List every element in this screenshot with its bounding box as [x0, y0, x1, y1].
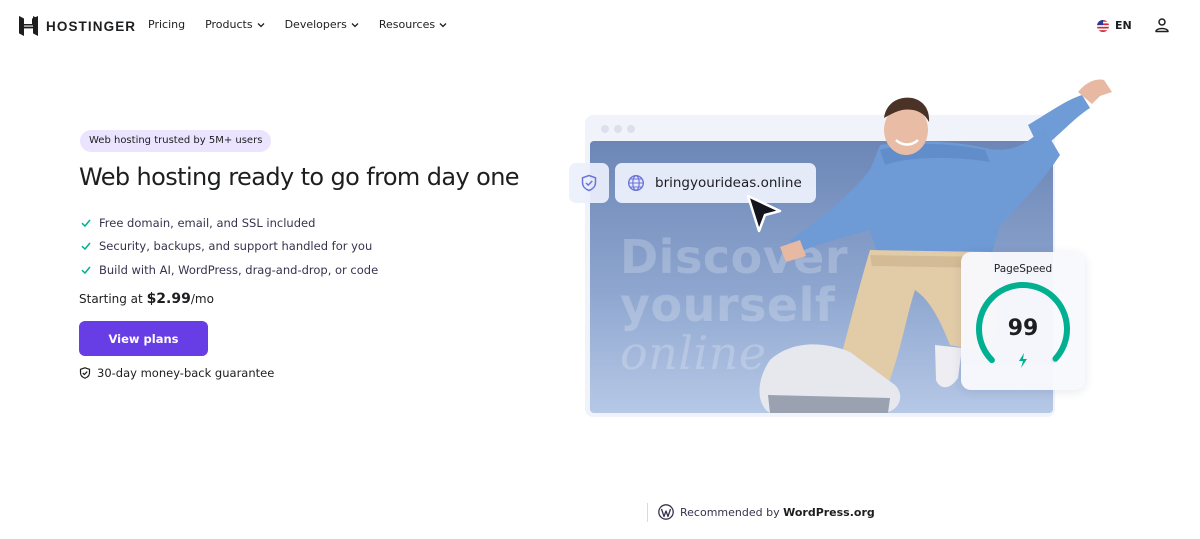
feature-text: Free domain, email, and SSL included [99, 215, 316, 230]
pagespeed-label: PageSpeed [993, 263, 1053, 275]
slogan-line: Discover [620, 230, 849, 284]
guarantee-text: 30-day money-back guarantee [97, 366, 275, 380]
feature-list: Free domain, email, and SSL included Sec… [81, 211, 378, 282]
recommended-text: Recommended by WordPress.org [680, 506, 875, 519]
pagespeed-card: PageSpeed 99 [961, 252, 1085, 390]
brand-name: HOSTINGER [46, 18, 137, 34]
main-menu: Pricing Products Developers Resources [148, 18, 467, 31]
price-suffix: /mo [190, 292, 214, 306]
money-back-guarantee: 30-day money-back guarantee [79, 366, 274, 380]
mouse-cursor-icon [746, 194, 782, 233]
shield-check-icon [79, 367, 91, 379]
lightning-icon [1019, 353, 1027, 368]
slogan-line: yourself [620, 278, 836, 332]
price-prefix: Starting at [79, 292, 147, 306]
starting-price: Starting at $2.99/mo [79, 291, 214, 307]
language-label: EN [1115, 19, 1132, 32]
price-amount: $2.99 [146, 291, 191, 307]
recommended-prefix: Recommended by [680, 505, 784, 519]
divider [647, 503, 648, 522]
window-dots [601, 125, 635, 133]
user-icon[interactable] [1154, 17, 1170, 33]
feature-text: Security, backups, and support handled f… [99, 239, 373, 254]
check-icon [81, 219, 91, 227]
list-item: Build with AI, WordPress, drag-and-drop,… [81, 258, 378, 282]
window-dot [614, 125, 622, 133]
language-selector[interactable]: EN [1097, 19, 1132, 32]
nav-item-label: Products [205, 18, 253, 31]
us-flag-icon [1097, 19, 1109, 32]
recommended-brand: WordPress.org [783, 505, 875, 519]
chevron-down-icon [351, 22, 359, 27]
url-bar: bringyourideas.online [615, 163, 816, 203]
shield-check-icon [581, 174, 597, 192]
nav-item-label: Pricing [148, 18, 186, 31]
wordpress-icon [658, 504, 674, 520]
url-text: bringyourideas.online [655, 175, 802, 191]
hostinger-logo[interactable]: HOSTINGER [19, 16, 136, 36]
chevron-down-icon [439, 22, 447, 27]
wordpress-recommendation: Recommended by WordPress.org [658, 504, 875, 520]
nav-item-label: Developers [284, 18, 347, 31]
page-title: Web hosting ready to go from day one [79, 163, 520, 191]
trust-badge: Web hosting trusted by 5M+ users [80, 130, 272, 152]
nav-item-products[interactable]: Products [205, 18, 265, 31]
nav-item-label: Resources [378, 18, 436, 31]
list-item: Security, backups, and support handled f… [81, 235, 378, 259]
hostinger-logo-icon [19, 16, 38, 36]
check-icon [81, 242, 91, 251]
nav-item-resources[interactable]: Resources [379, 18, 447, 31]
list-item: Free domain, email, and SSL included [81, 211, 378, 235]
window-dot [627, 125, 635, 133]
globe-icon [627, 174, 645, 192]
background-slogan: Discover yourself online [620, 233, 848, 377]
window-dot [601, 125, 609, 133]
slogan-line: online [620, 326, 767, 380]
security-badge [569, 163, 609, 203]
view-plans-button[interactable]: View plans [79, 321, 208, 356]
check-icon [81, 266, 91, 274]
chevron-down-icon [257, 22, 265, 27]
feature-text: Build with AI, WordPress, drag-and-drop,… [99, 262, 379, 277]
nav-item-pricing[interactable]: Pricing [148, 18, 185, 31]
nav-item-developers[interactable]: Developers [285, 18, 359, 31]
top-navigation: HOSTINGER Pricing Products Developers Re… [0, 0, 1200, 52]
pagespeed-score: 99 [1007, 316, 1039, 341]
